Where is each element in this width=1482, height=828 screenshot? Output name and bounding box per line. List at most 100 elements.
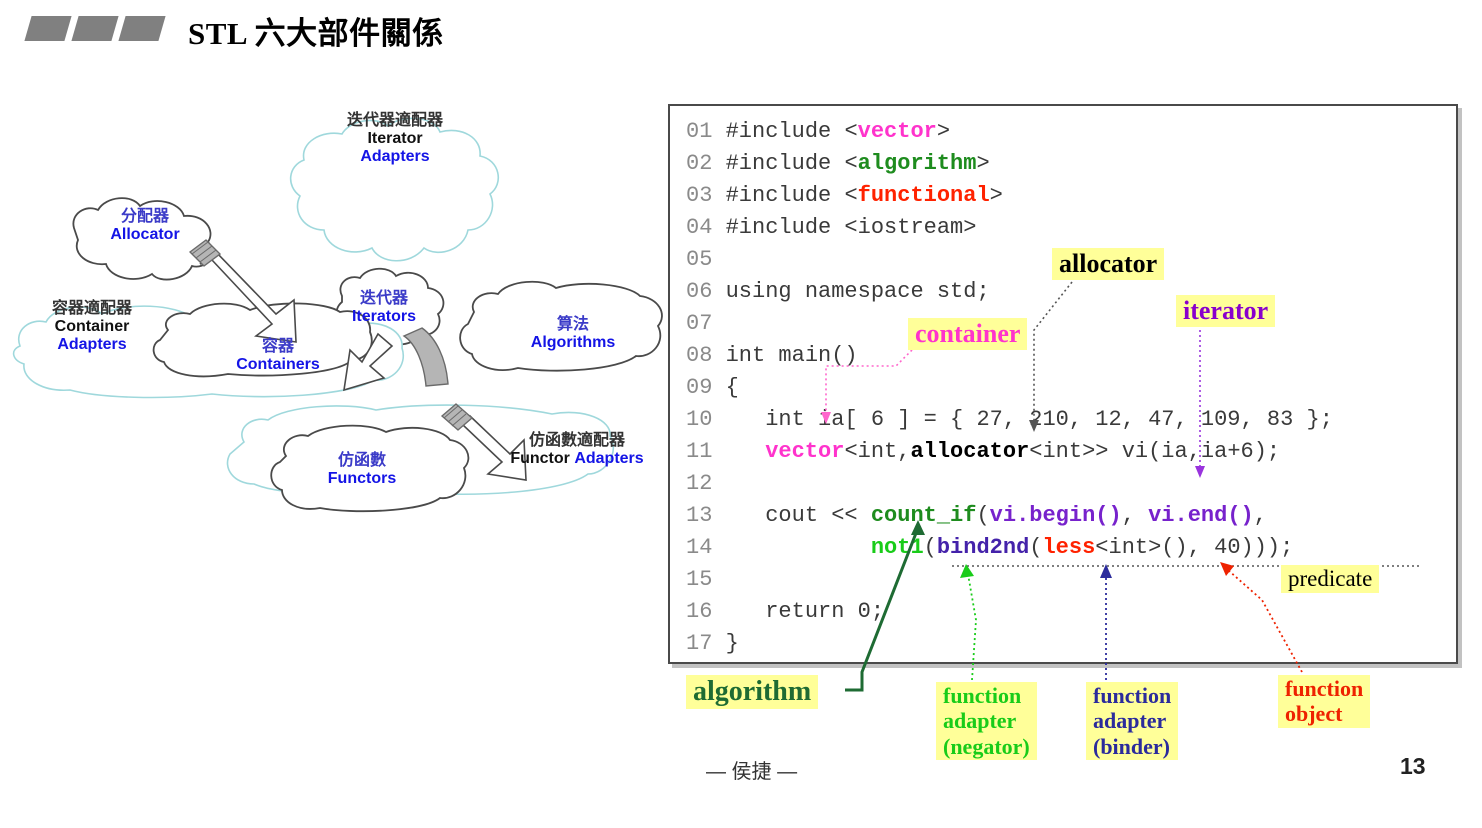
functors-cn-label: 仿函數 [337,452,386,469]
code-token: bind2nd [936,535,1030,560]
code-token: algorithm [857,151,977,176]
code-line-number: 02 [686,151,726,176]
code-token: count_if [870,503,977,528]
code-line: 14 not1(bind2nd(less<int>(), 40))); [686,532,1333,564]
container-adapters-en-line1: Container [54,317,130,335]
arrow-iterators-to-algorithms [402,327,449,387]
code-lines-container: 01 #include <vector> 02 #include <algorit… [686,116,1333,660]
code-line: 09 { [686,372,1333,404]
code-token: vector [857,119,937,144]
functor-adapters-cn-label: 仿函數適配器 [528,432,625,449]
code-token: functional [857,183,990,208]
iterators-cn-label: 迭代器 [359,290,408,307]
callout-container: container [908,318,1028,350]
code-line: 13 cout << count_if(vi.begin(), vi.end()… [686,500,1333,532]
iterator-adapters-en-line1: Iterator [367,129,423,147]
code-line: 02 #include <algorithm> [686,148,1333,180]
code-token: > [989,183,1003,208]
code-token: #include [725,151,845,176]
functor-adapters-en-line2: Adapters [574,449,644,467]
algorithms-cn-label: 算法 [556,316,589,333]
code-token: less [1042,535,1096,560]
code-token: ( [923,535,937,560]
code-line-number: 17 [686,631,726,656]
callout-function-adapter-negator: function adapter (negator) [936,682,1037,760]
code-token: allocator [910,439,1030,464]
diagram-node-algorithms: 算法 Algorithms [510,316,636,352]
container-adapters-cn-label: 容器適配器 [51,300,132,317]
stl-components-diagram: .cloud-outer { fill:#ffffff; stroke:#9fd… [4,98,664,578]
code-line-number: 13 [686,503,726,528]
code-token: int main() [725,343,858,368]
code-token: vector [765,439,845,464]
code-token: <int, [844,439,911,464]
code-token: < [844,119,858,144]
code-line: 15 [686,564,1333,596]
code-line: 16 return 0; [686,596,1333,628]
diagram-node-iterators: 迭代器 Iterators [322,290,446,326]
code-line-number: 11 [686,439,726,464]
code-token: > [936,119,951,144]
code-line-number: 09 [686,375,726,400]
code-line-number: 12 [686,471,726,496]
code-token: #include [725,183,845,208]
allocator-cn-label: 分配器 [120,208,169,225]
code-line: 11 vector<int,allocator<int>> vi(ia,ia+6… [686,436,1333,468]
iterator-adapters-en-line2: Adapters [360,147,430,165]
code-line: 17 } [686,628,1333,660]
footer-author: — 侯捷 — [706,761,798,783]
code-line-number: 10 [686,407,726,432]
code-token: } [725,631,739,656]
functors-en-label: Functors [327,469,397,487]
functor-adapters-en-label: Functor Adapters [492,450,662,468]
diagram-node-iterator-adapters: 迭代器適配器 Iterator Adapters [310,112,480,166]
code-line: 04 #include <iostream> [686,212,1333,244]
code-token: #include [725,119,845,144]
code-token: < [844,183,858,208]
code-token: ( [976,503,990,528]
slide-title-bar: STL 六大部件關係 [0,0,1482,72]
code-token: <int>(), 40))); [1095,535,1294,560]
code-token: , [1121,503,1149,528]
containers-en-label: Containers [236,355,320,373]
code-line-number: 15 [686,567,726,592]
functor-adapters-en-line1: Functor [510,449,570,467]
diagram-node-containers: 容器 Containers [216,338,340,374]
code-line-number: 03 [686,183,726,208]
code-line-number: 16 [686,599,726,624]
code-token: vi.end() [1148,503,1254,528]
diagram-node-functors: 仿函數 Functors [304,452,420,488]
code-token: int ia[ 6 ] = { 27, 210, 12, 47, 109, 83… [725,407,1333,432]
diagram-node-container-adapters: 容器適配器 Container Adapters [22,300,162,354]
callout-allocator: allocator [1052,248,1165,280]
callout-function-object: function object [1278,675,1371,728]
code-line-number: 14 [686,535,726,560]
code-line-number: 05 [686,247,726,272]
code-line: 10 int ia[ 6 ] = { 27, 210, 12, 47, 109,… [686,404,1333,436]
code-token: #include <iostream> [725,215,977,240]
page-number: 13 [1400,753,1426,779]
title-decoration-marks [24,16,168,42]
code-line-number: 06 [686,279,726,304]
code-token: vi.begin() [989,503,1122,528]
code-line-number: 04 [686,215,726,240]
allocator-en-label: Allocator [110,225,180,243]
title-mark-3 [118,16,166,41]
code-line: 03 #include <functional> [686,180,1333,212]
code-token: <int>> vi(ia,ia+6); [1029,439,1281,464]
title-mark-1 [24,16,72,41]
code-token: not1 [870,535,924,560]
code-token: ( [1029,535,1043,560]
containers-cn-label: 容器 [261,338,294,355]
container-adapters-en-line2: Adapters [57,335,127,353]
code-token: cout << [725,503,871,528]
code-token: < [844,151,858,176]
code-token: , [1253,503,1267,528]
iterator-adapters-cn-label: 迭代器適配器 [346,112,443,129]
callout-algorithm: algorithm [686,675,819,710]
callout-predicate: predicate [1281,565,1380,594]
code-line: 01 #include <vector> [686,116,1333,148]
code-line: 05 [686,244,1333,276]
